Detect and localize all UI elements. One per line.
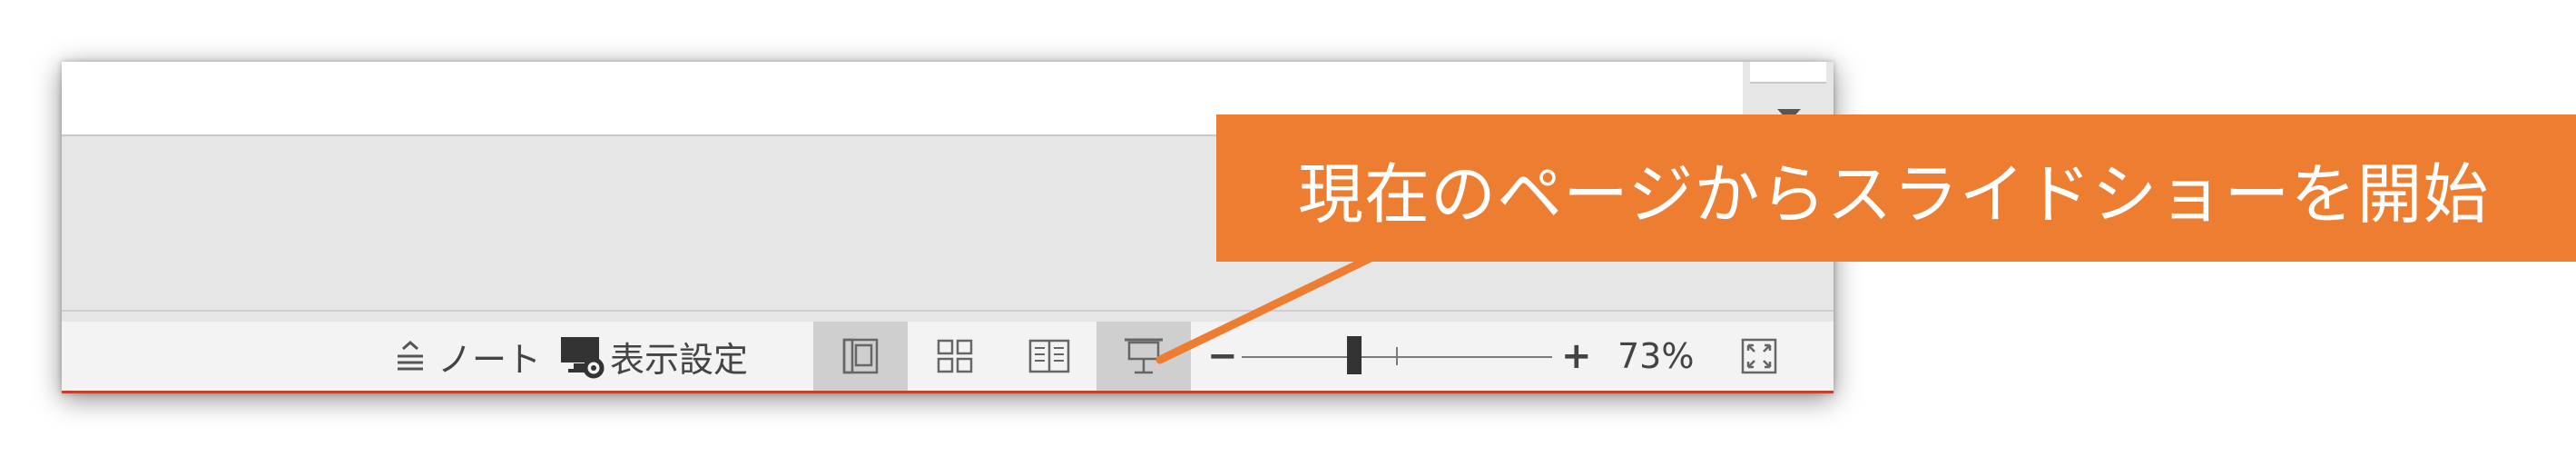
callout-box: 現在のページからスライドショーを開始	[1216, 114, 2576, 262]
callout-text: 現在のページからスライドショーを開始	[1298, 155, 2490, 233]
